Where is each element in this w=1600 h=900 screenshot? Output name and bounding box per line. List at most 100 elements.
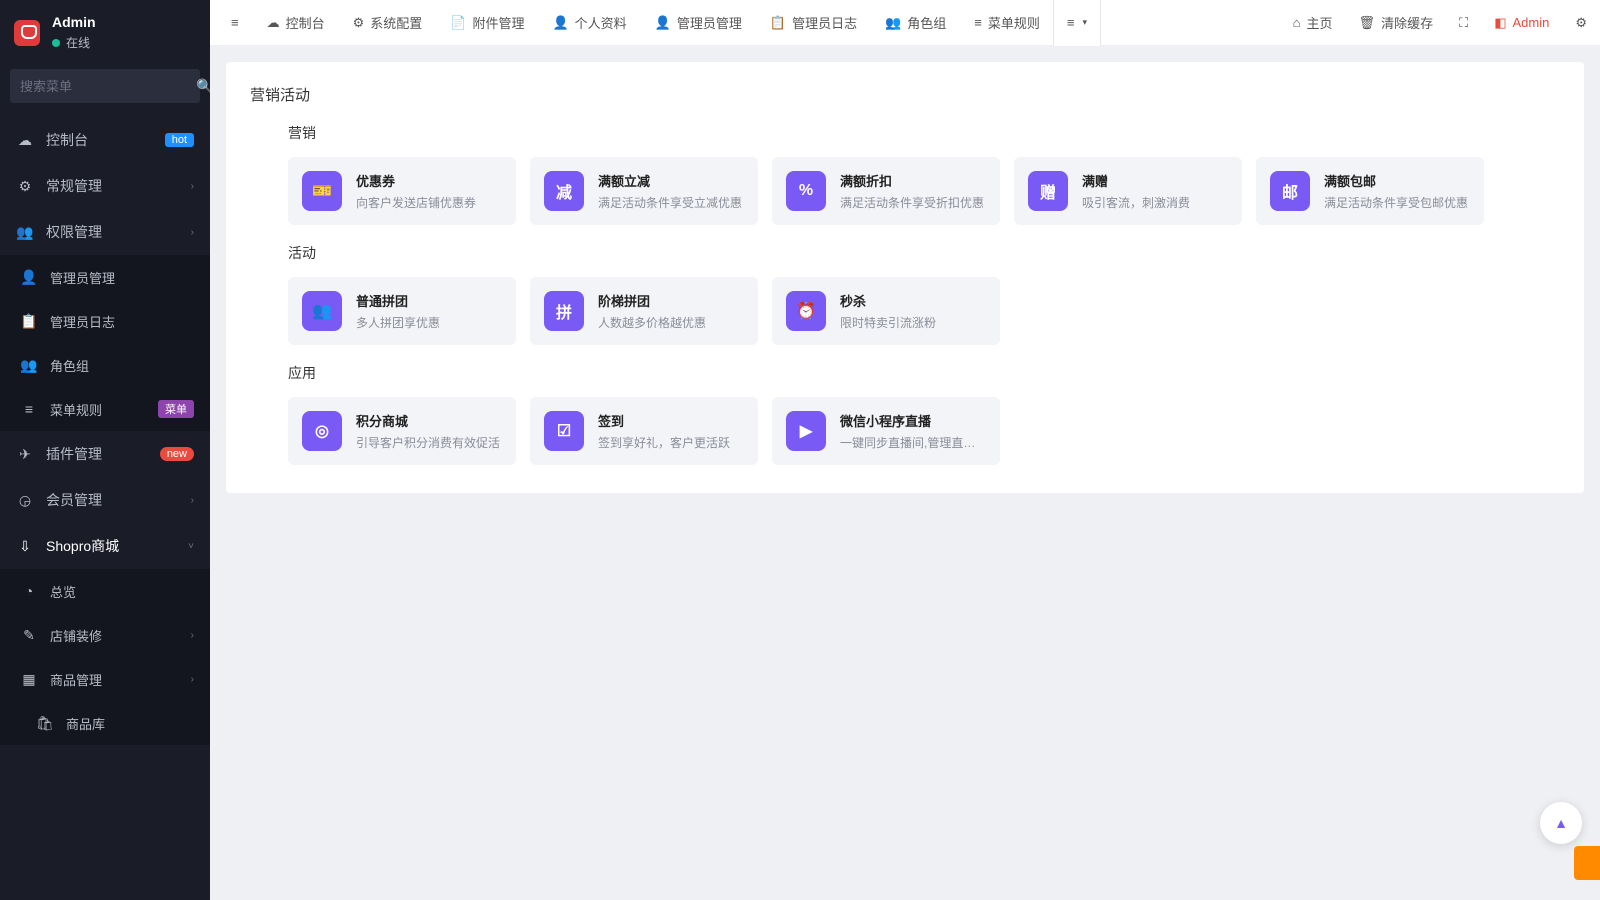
card-desc: 多人拼团享优惠 — [356, 314, 440, 331]
topbar-label: 主页 — [1307, 13, 1333, 32]
sidebar-item-Shopro商城[interactable]: ⇩Shopro商城˅ — [0, 523, 210, 569]
topbar-label: 附件管理 — [472, 13, 524, 32]
topbar-item-⚙[interactable]: ⚙ — [1562, 0, 1600, 46]
topbar-label: 个人资料 — [575, 13, 627, 32]
card-grid: 👥普通拼团多人拼团享优惠拼阶梯拼团人数越多价格越优惠⏰秒杀限时特卖引流涨粉 — [250, 277, 1560, 345]
float-action-button[interactable]: ▲ — [1540, 802, 1582, 844]
chevron-icon: › — [191, 674, 194, 685]
card-text: 秒杀限时特卖引流涨粉 — [840, 291, 936, 331]
card-满额折扣[interactable]: %满额折扣满足活动条件享受折扣优惠 — [772, 157, 1000, 225]
card-积分商城[interactable]: ◎积分商城引导客户积分消费有效促活 — [288, 397, 516, 465]
topbar-icon: ◧ — [1494, 15, 1506, 31]
card-满额包邮[interactable]: 邮满额包邮满足活动条件享受包邮优惠 — [1256, 157, 1484, 225]
topbar-icon: 📄 — [450, 15, 466, 31]
menu-label: 总览 — [50, 582, 194, 601]
card-desc: 吸引客流，刺激消费 — [1082, 194, 1190, 211]
card-满额立减[interactable]: 减满额立减满足活动条件享受立减优惠 — [530, 157, 758, 225]
sidebar-subitem-管理员管理[interactable]: 👤管理员管理 — [0, 255, 210, 299]
card-icon: 减 — [544, 171, 584, 211]
menu-icon: ⚙ — [16, 178, 34, 195]
topbar-item-控制台[interactable]: ☁控制台 — [254, 0, 338, 46]
topbar-item-角色组[interactable]: 👥角色组 — [872, 0, 959, 46]
menu-icon: ▦ — [20, 671, 38, 688]
sidebar-subitem-菜单规则[interactable]: ≡菜单规则菜单 — [0, 387, 210, 431]
card-grid: 🎫优惠券向客户发送店铺优惠券减满额立减满足活动条件享受立减优惠%满额折扣满足活动… — [250, 157, 1560, 225]
search-icon[interactable]: 🔍 — [196, 78, 210, 95]
chevron-icon: › — [191, 630, 194, 641]
card-title: 微信小程序直播 — [840, 411, 986, 430]
user-status: 在线 — [52, 34, 96, 51]
topbar-item-主页[interactable]: ⌂ 主页 — [1280, 0, 1346, 46]
card-icon: 拼 — [544, 291, 584, 331]
topbar-icon: 🗑 — [1359, 15, 1376, 31]
topbar-item-⛶[interactable]: ⛶ — [1446, 0, 1481, 46]
card-text: 满额折扣满足活动条件享受折扣优惠 — [840, 171, 984, 211]
sidebar-subitem-管理员日志[interactable]: 📋管理员日志 — [0, 299, 210, 343]
sidebar-subitem-总览[interactable]: ◔ 总览 — [0, 569, 210, 613]
card-title: 签到 — [598, 411, 730, 430]
content: 营销活动 营销🎫优惠券向客户发送店铺优惠券减满额立减满足活动条件享受立减优惠%满… — [210, 46, 1600, 900]
card-title: 满额立减 — [598, 171, 742, 190]
card-签到[interactable]: ☑签到签到享好礼，客户更活跃 — [530, 397, 758, 465]
sidebar-item-权限管理[interactable]: 👥权限管理› — [0, 209, 210, 255]
sidebar-subitem-商品库[interactable]: 🛍商品库 — [0, 701, 210, 745]
topbar-item-≡[interactable]: ≡ — [218, 0, 252, 46]
sidebar-subitem-角色组[interactable]: 👥角色组 — [0, 343, 210, 387]
topbar-item-系统配置[interactable]: ⚙系统配置 — [340, 0, 436, 46]
card-title: 满额包邮 — [1324, 171, 1468, 190]
topbar-icon: ⚙ — [1575, 15, 1587, 31]
card-icon: 邮 — [1270, 171, 1310, 211]
sidebar-item-控制台[interactable]: ☁控制台hot — [0, 117, 210, 163]
topbar-item-管理员管理[interactable]: 👤管理员管理 — [642, 0, 755, 46]
sidebar-item-常规管理[interactable]: ⚙常规管理› — [0, 163, 210, 209]
menu-label: 角色组 — [50, 356, 194, 375]
topbar-item-清除缓存[interactable]: 🗑清除缓存 — [1346, 0, 1447, 46]
card-微信小程序直播[interactable]: ▶微信小程序直播一键同步直播间,管理直播间 — [772, 397, 1000, 465]
menu-label: 插件管理 — [46, 444, 160, 464]
search-input[interactable] — [20, 79, 196, 94]
topbar-label: 角色组 — [907, 13, 946, 32]
card-grid: ◎积分商城引导客户积分消费有效促活☑签到签到享好礼，客户更活跃▶微信小程序直播一… — [250, 397, 1560, 465]
card-满赠[interactable]: 赠满赠吸引客流，刺激消费 — [1014, 157, 1242, 225]
menu-icon: ✈ — [16, 446, 34, 463]
topbar-icon: ⛶ — [1459, 15, 1468, 31]
sidebar-item-插件管理[interactable]: ✈插件管理new — [0, 431, 210, 477]
card-优惠券[interactable]: 🎫优惠券向客户发送店铺优惠券 — [288, 157, 516, 225]
topbar-dropdown[interactable]: ≡ ▾ — [1053, 0, 1101, 46]
sidebar-subitem-店铺装修[interactable]: ✎店铺装修› — [0, 613, 210, 657]
brand-logo — [14, 20, 40, 46]
sidebar-header: Admin 在线 — [0, 0, 210, 61]
card-desc: 一键同步直播间,管理直播间 — [840, 434, 986, 451]
topbar-item-菜单规则[interactable]: ≡菜单规则 — [961, 0, 1053, 46]
sidebar-search[interactable]: 🔍 — [10, 69, 200, 103]
card-普通拼团[interactable]: 👥普通拼团多人拼团享优惠 — [288, 277, 516, 345]
chevron-icon: ˅ — [188, 541, 194, 552]
menu-icon: ◔ — [20, 583, 38, 599]
side-tag[interactable] — [1574, 846, 1600, 880]
sidebar-item-会员管理[interactable]: ◶会员管理› — [0, 477, 210, 523]
user-block[interactable]: Admin 在线 — [52, 14, 96, 51]
menu-icon: 👥 — [16, 224, 34, 241]
menu-label: 常规管理 — [46, 176, 191, 196]
card-title: 优惠券 — [356, 171, 476, 190]
topbar-label: 菜单规则 — [988, 13, 1040, 32]
menu-icon: 👤 — [20, 269, 38, 286]
panel: 营销活动 营销🎫优惠券向客户发送店铺优惠券减满额立减满足活动条件享受立减优惠%满… — [226, 62, 1584, 493]
card-desc: 人数越多价格越优惠 — [598, 314, 706, 331]
card-desc: 满足活动条件享受包邮优惠 — [1324, 194, 1468, 211]
topbar-item-个人资料[interactable]: 👤个人资料 — [539, 0, 639, 46]
topbar: ≡☁控制台⚙系统配置📄附件管理👤个人资料👤管理员管理📋管理员日志👥角色组≡菜单规… — [210, 0, 1600, 46]
card-阶梯拼团[interactable]: 拼阶梯拼团人数越多价格越优惠 — [530, 277, 758, 345]
topbar-item-Admin[interactable]: ◧Admin — [1481, 0, 1562, 46]
menu-label: 店铺装修 — [50, 626, 191, 645]
card-秒杀[interactable]: ⏰秒杀限时特卖引流涨粉 — [772, 277, 1000, 345]
topbar-item-附件管理[interactable]: 📄 附件管理 — [437, 0, 537, 46]
topbar-icon: ⌂ — [1293, 15, 1301, 30]
sidebar-subitem-商品管理[interactable]: ▦商品管理› — [0, 657, 210, 701]
chevron-icon: › — [191, 495, 194, 506]
list-icon: ≡ — [1067, 15, 1075, 30]
menu-icon: ◶ — [16, 492, 34, 509]
chevron-icon: › — [191, 227, 194, 238]
topbar-item-管理员日志[interactable]: 📋管理员日志 — [757, 0, 870, 46]
menu-label: Shopro商城 — [46, 536, 188, 556]
